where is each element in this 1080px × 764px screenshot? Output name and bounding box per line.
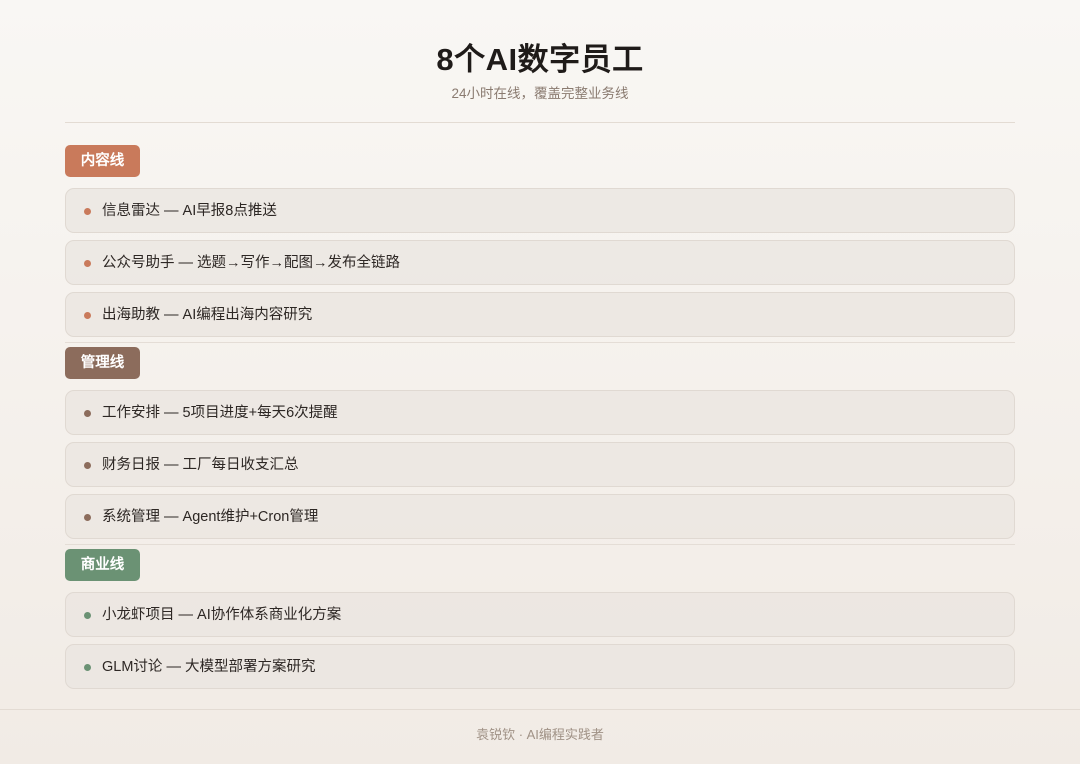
section-label-business: 商业线 <box>65 549 140 581</box>
list-item: 小龙虾项目 — AI协作体系商业化方案 <box>65 592 1015 637</box>
bullet-dot-icon <box>84 260 91 267</box>
list-item: GLM讨论 — 大模型部署方案研究 <box>65 644 1015 689</box>
list-item: 财务日报 — 工厂每日收支汇总 <box>65 442 1015 487</box>
footer-divider <box>0 709 1080 710</box>
footer-credit: 袁锐钦 · AI编程实践者 <box>476 727 604 742</box>
list-item-text: 工作安排 — 5项目进度+每天6次提醒 <box>102 405 338 421</box>
bullet-dot-icon <box>84 664 91 671</box>
section-label-content: 内容线 <box>65 145 140 177</box>
list-item-text: 小龙虾项目 — AI协作体系商业化方案 <box>102 607 342 623</box>
section-label-management: 管理线 <box>65 347 140 379</box>
list-item-text: GLM讨论 — 大模型部署方案研究 <box>102 659 316 675</box>
bullet-dot-icon <box>84 410 91 417</box>
bullet-dot-icon <box>84 208 91 215</box>
bullet-dot-icon <box>84 312 91 319</box>
list-item-text: 财务日报 — 工厂每日收支汇总 <box>102 457 299 473</box>
section-divider <box>65 342 1015 343</box>
bullet-dot-icon <box>84 462 91 469</box>
list-item-text: 公众号助手 — 选题→写作→配图→发布全链路 <box>102 255 401 271</box>
list-item: 信息雷达 — AI早报8点推送 <box>65 188 1015 233</box>
bullet-dot-icon <box>84 612 91 619</box>
page-subtitle: 24小时在线，覆盖完整业务线 <box>451 86 629 101</box>
bullet-dot-icon <box>84 514 91 521</box>
list-item: 系统管理 — Agent维护+Cron管理 <box>65 494 1015 539</box>
list-item-text: 出海助教 — AI编程出海内容研究 <box>102 307 313 323</box>
header-divider <box>65 122 1015 123</box>
list-item-text: 系统管理 — Agent维护+Cron管理 <box>102 509 319 525</box>
list-item: 出海助教 — AI编程出海内容研究 <box>65 292 1015 337</box>
list-item-text: 信息雷达 — AI早报8点推送 <box>102 203 277 219</box>
list-item: 工作安排 — 5项目进度+每天6次提醒 <box>65 390 1015 435</box>
section-divider <box>65 544 1015 545</box>
page-title: 8个AI数字员工 <box>436 42 644 77</box>
list-item: 公众号助手 — 选题→写作→配图→发布全链路 <box>65 240 1015 285</box>
page-header: 8个AI数字员工 24小时在线，覆盖完整业务线 <box>0 0 1080 123</box>
